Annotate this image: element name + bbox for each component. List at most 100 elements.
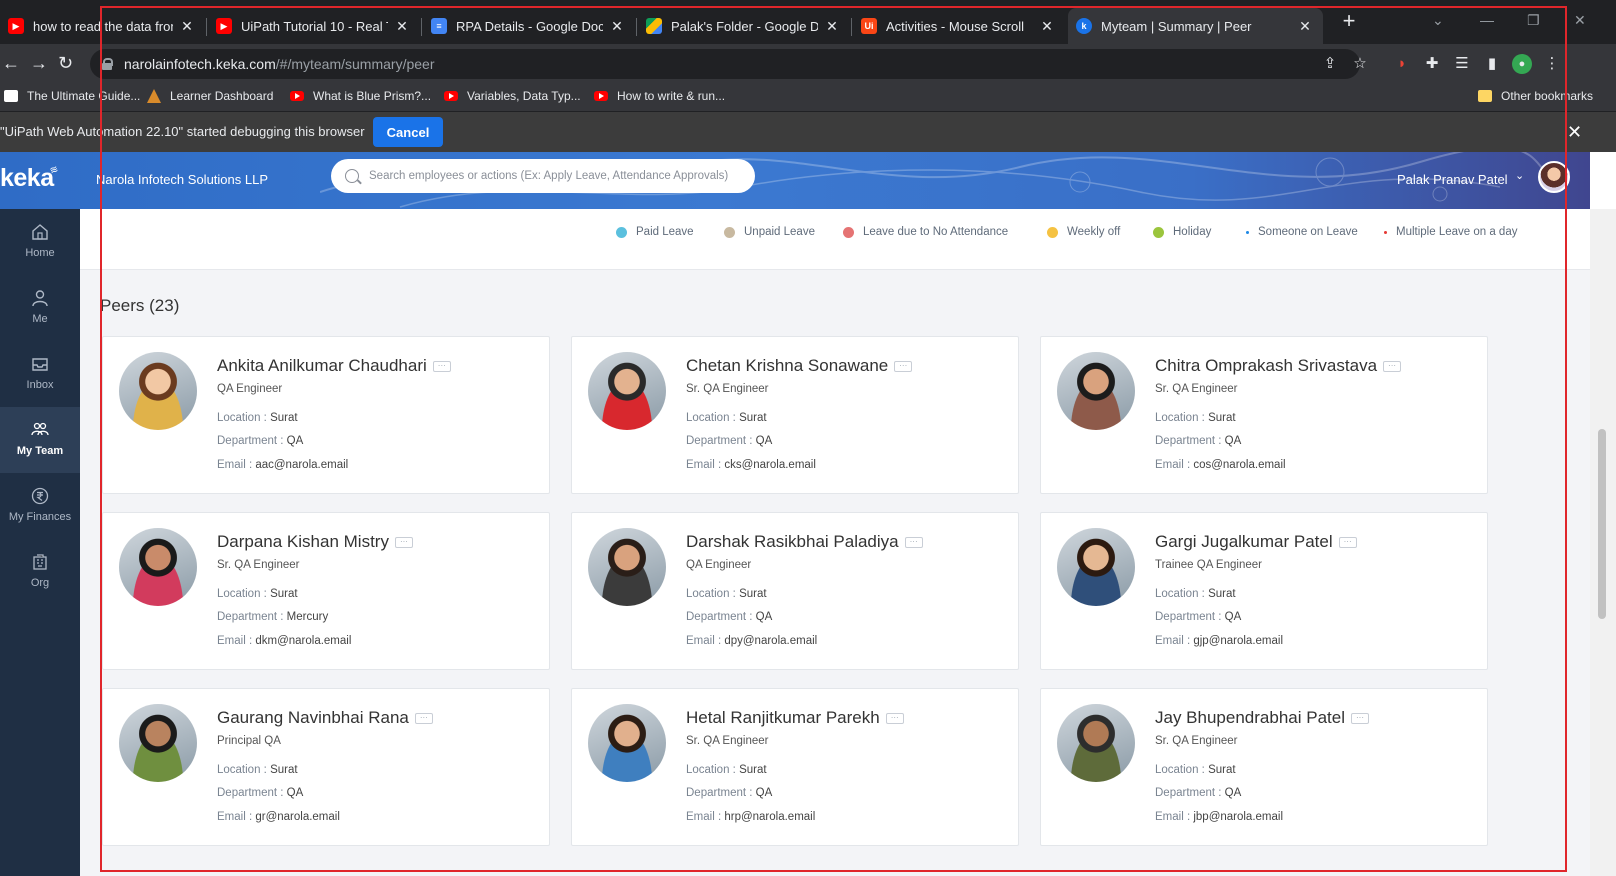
bookmark-item[interactable]: The Ultimate Guide... — [4, 89, 140, 103]
peer-card[interactable]: Chetan Krishna Sonawane ··· Sr. QA Enginee… — [571, 336, 1019, 494]
new-tab-button[interactable]: + — [1337, 10, 1361, 34]
star-icon[interactable]: ☆ — [1350, 54, 1370, 74]
minimize-icon[interactable]: — — [1480, 12, 1494, 28]
peer-card[interactable]: Ankita Anilkumar Chaudhari ··· QA Engineer… — [102, 336, 550, 494]
page-scrollbar[interactable] — [1590, 209, 1616, 876]
close-icon[interactable]: ✕ — [609, 18, 625, 35]
more-options-icon[interactable]: ··· — [414, 712, 433, 724]
search-input[interactable] — [369, 170, 749, 182]
peer-avatar[interactable] — [588, 704, 666, 782]
scrollbar-thumb[interactable] — [1598, 429, 1606, 619]
other-bookmarks[interactable]: Other bookmarks — [1478, 89, 1593, 103]
peer-name-row: Darpana Kishan Mistry ··· — [217, 532, 413, 552]
close-icon[interactable]: ✕ — [824, 18, 840, 35]
close-icon[interactable]: ✕ — [1039, 18, 1055, 35]
sidebar-item-my-team[interactable]: My Team — [0, 407, 80, 473]
more-options-icon[interactable]: ··· — [904, 536, 923, 548]
profile-avatar[interactable]: ● — [1512, 54, 1532, 74]
more-options-icon[interactable]: ··· — [394, 536, 413, 548]
media-queue-icon[interactable]: ☰ — [1452, 54, 1472, 74]
global-search[interactable] — [331, 159, 755, 193]
back-icon[interactable]: ← — [2, 53, 20, 73]
more-options-icon[interactable]: ··· — [1338, 536, 1357, 548]
peer-card[interactable]: Darpana Kishan Mistry ··· Sr. QA Engineer L… — [102, 512, 550, 670]
peer-card[interactable]: Jay Bhupendrabhai Patel ··· Sr. QA Enginee… — [1040, 688, 1488, 846]
close-icon[interactable]: ✕ — [179, 18, 195, 35]
peer-name[interactable]: Hetal Ranjitkumar Parekh — [686, 708, 880, 728]
peers-heading: Peers (23) — [100, 296, 180, 315]
bookmark-item[interactable]: How to write & run... — [594, 89, 725, 103]
peer-card[interactable]: Gargi Jugalkumar Patel ··· Trainee QA Engi… — [1040, 512, 1488, 670]
peer-avatar[interactable] — [1057, 352, 1135, 430]
address-bar[interactable]: narolainfotech.keka.com/#/myteam/summary… — [90, 49, 1360, 79]
more-options-icon[interactable]: ··· — [1383, 360, 1402, 372]
more-options-icon[interactable]: ··· — [894, 360, 913, 372]
sidebar-item-org[interactable]: Org — [0, 539, 80, 605]
browser-tab[interactable]: ▶ UiPath Tutorial 10 - Real Time ✕ — [208, 8, 420, 44]
peer-name[interactable]: Chitra Omprakash Srivastava — [1155, 356, 1377, 376]
extension-red-icon[interactable]: ◗ — [1392, 54, 1412, 74]
infobar-close-icon[interactable]: ✕ — [1567, 122, 1582, 143]
legend-item: Paid Leave — [616, 226, 694, 238]
browser-tab-active[interactable]: k Myteam | Summary | Peer ✕ — [1068, 8, 1323, 44]
extensions-icon[interactable]: ✚ — [1422, 54, 1442, 74]
browser-tab[interactable]: ▶ how to read the data from ex ✕ — [0, 8, 205, 44]
tab-title: RPA Details - Google Docs — [456, 18, 603, 34]
peer-avatar[interactable] — [119, 528, 197, 606]
bookmark-label: The Ultimate Guide... — [27, 89, 141, 103]
peer-avatar[interactable] — [119, 704, 197, 782]
side-panel-icon[interactable]: ▮ — [1482, 54, 1502, 74]
peer-role: Sr. QA Engineer — [686, 383, 769, 395]
keka-logo[interactable]: keka — [0, 164, 54, 193]
peer-avatar[interactable] — [119, 352, 197, 430]
bookmark-label: What is Blue Prism?... — [313, 89, 432, 103]
peer-card[interactable]: Hetal Ranjitkumar Parekh ··· Sr. QA Engine… — [571, 688, 1019, 846]
sidebar-item-home[interactable]: Home — [0, 209, 80, 275]
peer-email: Email : gjp@narola.email — [1155, 635, 1283, 647]
peer-name[interactable]: Darshak Rasikbhai Paladiya — [686, 532, 899, 552]
peer-name[interactable]: Chetan Krishna Sonawane — [686, 356, 888, 376]
bookmark-item[interactable]: Variables, Data Typ... — [444, 89, 581, 103]
peer-name[interactable]: Darpana Kishan Mistry — [217, 532, 389, 552]
peer-avatar[interactable] — [1057, 528, 1135, 606]
peer-avatar[interactable] — [1057, 704, 1135, 782]
forward-icon[interactable]: → — [30, 53, 48, 73]
tab-search-icon[interactable]: ⌄ — [1432, 12, 1444, 29]
close-icon[interactable]: ✕ — [1297, 18, 1313, 35]
bookmark-label: How to write & run... — [617, 89, 726, 103]
sidebar-item-me[interactable]: Me — [0, 275, 80, 341]
peer-name[interactable]: Gargi Jugalkumar Patel — [1155, 532, 1333, 552]
more-options-icon[interactable]: ··· — [1350, 712, 1369, 724]
menu-dots-icon[interactable]: ⋮ — [1542, 54, 1562, 74]
chevron-down-icon[interactable]: ⌄ — [1515, 169, 1524, 182]
browser-tab[interactable]: ≡ RPA Details - Google Docs ✕ — [423, 8, 635, 44]
share-icon[interactable]: ⇪ — [1320, 54, 1340, 74]
peer-name[interactable]: Ankita Anilkumar Chaudhari — [217, 356, 427, 376]
user-name[interactable]: Palak Pranav Patel — [1397, 172, 1508, 187]
window-close-icon[interactable]: ✕ — [1574, 12, 1586, 29]
browser-tab[interactable]: Ui Activities - Mouse Scroll ✕ — [853, 8, 1065, 44]
restore-icon[interactable]: ❐ — [1527, 12, 1540, 29]
sidebar-item-my-finances[interactable]: My Finances — [0, 473, 80, 539]
more-options-icon[interactable]: ··· — [432, 360, 451, 372]
legend-item: Holiday — [1153, 226, 1211, 238]
peer-location: Location : Surat — [1155, 764, 1236, 776]
peer-name[interactable]: Jay Bhupendrabhai Patel — [1155, 708, 1345, 728]
bookmark-item[interactable]: What is Blue Prism?... — [290, 89, 431, 103]
peer-avatar[interactable] — [588, 528, 666, 606]
peer-card[interactable]: Chitra Omprakash Srivastava ··· Sr. QA Eng… — [1040, 336, 1488, 494]
cancel-debugging-button[interactable]: Cancel — [373, 117, 443, 147]
more-options-icon[interactable]: ··· — [885, 712, 904, 724]
peer-department: Department : QA — [1155, 435, 1241, 447]
peer-card[interactable]: Gaurang Navinbhai Rana ··· Principal QA Loc… — [102, 688, 550, 846]
close-icon[interactable]: ✕ — [394, 18, 410, 35]
peer-card[interactable]: Darshak Rasikbhai Paladiya ··· QA Engineer… — [571, 512, 1019, 670]
peer-role: Trainee QA Engineer — [1155, 559, 1262, 571]
sidebar-item-inbox[interactable]: Inbox — [0, 341, 80, 407]
browser-tab[interactable]: Palak's Folder - Google Drive ✕ — [638, 8, 850, 44]
bookmark-item[interactable]: Learner Dashboard — [147, 89, 273, 103]
reload-icon[interactable]: ↻ — [58, 53, 73, 73]
user-avatar[interactable] — [1538, 161, 1570, 193]
peer-name[interactable]: Gaurang Navinbhai Rana — [217, 708, 409, 728]
peer-avatar[interactable] — [588, 352, 666, 430]
